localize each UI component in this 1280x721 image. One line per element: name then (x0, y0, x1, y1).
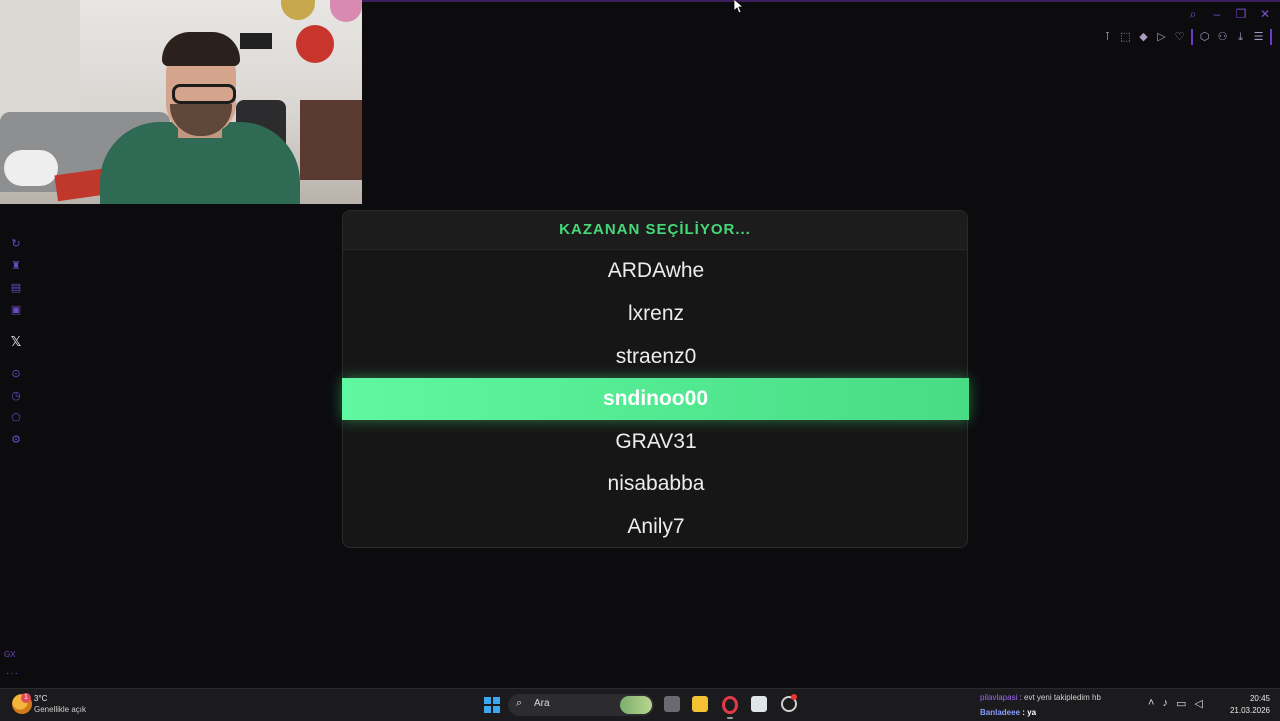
download-icon[interactable]: ⤓ (1234, 29, 1247, 45)
opera-gx-icon[interactable] (722, 696, 738, 714)
windows-taskbar: 1 3°C Genellikle açık ⌕ Ara pilavlapasi … (0, 688, 1280, 721)
participant-row: GRAV31 (615, 430, 697, 453)
microphone-icon[interactable]: ♪ (1162, 697, 1168, 710)
refresh-icon[interactable]: ↻ (6, 236, 26, 252)
snapshot-icon[interactable]: ⬚ (1119, 29, 1132, 45)
chat-text: : evt yeni takipledim hb (1017, 693, 1101, 702)
restore-icon[interactable]: ❐ (1234, 6, 1248, 22)
task-view-icon[interactable] (664, 696, 680, 712)
history-icon[interactable]: ◷ (6, 388, 26, 404)
window-controls: ⌕ – ❐ ✕ (1186, 6, 1272, 22)
chat-message: pilavlapasi : evt yeni takipledim hb (980, 693, 1101, 702)
file-explorer-icon[interactable] (692, 696, 708, 712)
play-circle-icon[interactable]: ⊙ (6, 366, 26, 382)
chat-username: pilavlapasi (980, 693, 1018, 702)
toolbar-divider (1191, 29, 1193, 45)
close-icon[interactable]: ✕ (1258, 6, 1272, 22)
menu-icon[interactable]: ☰ (1252, 29, 1265, 45)
participant-row: ARDAwhe (607, 259, 705, 282)
system-tray: ˄ ♪ ▭ ◁ (1148, 697, 1203, 710)
extension-icon[interactable]: ⬠ (6, 410, 26, 426)
chat-message: Banladeee : ya (980, 708, 1036, 717)
browser-toolbar: ⊺ ⬚ ◆ ▷ ♡ ⬡ ⚇ ⤓ ☰ (1101, 29, 1272, 45)
clock-time[interactable]: 20:45 (1226, 694, 1270, 703)
search-placeholder: Ara (534, 698, 550, 709)
clock-date[interactable]: 21.03.2026 (1218, 706, 1270, 715)
settings-icon[interactable]: ⚙ (6, 432, 26, 448)
play-icon[interactable]: ▷ (1155, 29, 1168, 45)
store-icon[interactable] (751, 696, 767, 712)
weather-description[interactable]: Genellikle açık (34, 705, 86, 714)
minimize-icon[interactable]: – (1210, 6, 1224, 22)
selected-participant-row: sndinoo00 (342, 378, 969, 420)
shield-icon[interactable]: ◆ (1137, 29, 1150, 45)
pin-icon[interactable]: ⊺ (1101, 29, 1114, 45)
chevron-up-icon[interactable]: ˄ (1148, 697, 1154, 710)
gx-label[interactable]: GX (4, 650, 16, 659)
bot-icon[interactable]: ♜ (6, 258, 26, 274)
stats-icon[interactable]: ▤ (6, 280, 26, 296)
chat-username: Banladeee (980, 708, 1021, 717)
heart-icon[interactable]: ♡ (1173, 29, 1186, 45)
browser-top-accent-line (362, 0, 1280, 2)
more-icon[interactable]: ··· (6, 668, 19, 679)
search-icon: ⌕ (516, 697, 523, 709)
participant-row: Anily7 (627, 515, 685, 538)
profile-icon[interactable]: ⚇ (1216, 29, 1229, 45)
active-app-indicator (727, 717, 733, 719)
panel-title: KAZANAN SEÇİLİYOR... (343, 211, 967, 250)
participant-row: nisababba (607, 472, 705, 495)
network-icon[interactable]: ▭ (1176, 697, 1186, 710)
participant-row: lxrenz (627, 302, 685, 325)
extensions-icon[interactable]: ⬡ (1198, 29, 1211, 45)
windows-start-icon[interactable] (484, 697, 500, 713)
participant-row: straenz0 (615, 345, 697, 368)
x-logo-icon[interactable]: 𝕏 (6, 334, 26, 350)
weather-temperature[interactable]: 3°C (34, 694, 47, 703)
media-icon[interactable]: ▣ (6, 302, 26, 318)
toolbar-divider (1270, 29, 1272, 45)
taskbar-search[interactable]: ⌕ Ara (508, 694, 654, 716)
notification-badge (791, 694, 797, 700)
webcam-feed (0, 0, 362, 204)
weather-badge: 1 (21, 693, 31, 703)
chat-text: : ya (1020, 708, 1037, 717)
search-icon[interactable]: ⌕ (1186, 6, 1200, 22)
volume-icon[interactable]: ◁ (1194, 697, 1202, 710)
search-highlight-icon (620, 696, 652, 714)
winner-picker-panel: KAZANAN SEÇİLİYOR... ARDAwhe lxrenz stra… (342, 210, 969, 548)
